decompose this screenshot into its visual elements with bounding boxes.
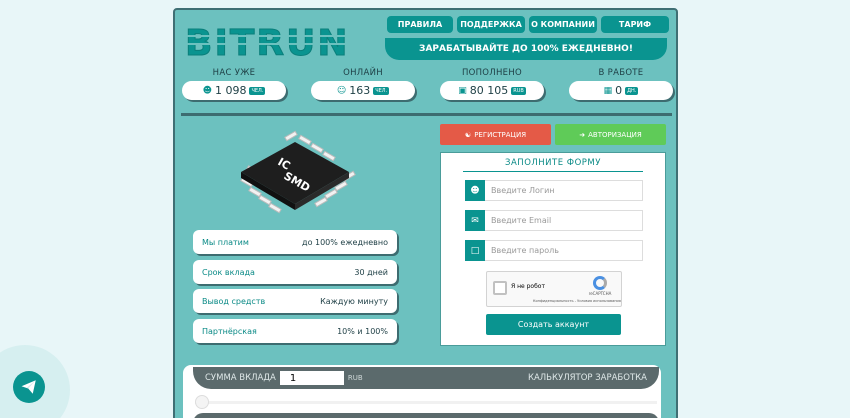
- currency-label: RUB: [347, 374, 363, 382]
- stat-users: НАС УЖЕ ☻ 1 098 ЧЕЛ.: [182, 68, 286, 100]
- info-value: Каждую минуту: [320, 296, 388, 306]
- recaptcha-terms[interactable]: Конфиденциальность - Условия использован…: [533, 299, 621, 303]
- stat-label: В РАБОТЕ: [598, 68, 644, 78]
- calendar-icon: ▦: [603, 85, 613, 96]
- amount-slider-track[interactable]: [195, 401, 657, 404]
- calculator-results-bar: [193, 413, 659, 418]
- tagline: ЗАРАБАТЫВАЙТЕ ДО 100% ЕЖЕДНЕВНО!: [385, 38, 667, 60]
- nav-about[interactable]: О КОМПАНИИ: [529, 16, 597, 33]
- calculator-title: КАЛЬКУЛЯТОР ЗАРАБОТКА: [527, 373, 647, 383]
- email-input[interactable]: [485, 210, 643, 231]
- stat-label: НАС УЖЕ: [212, 68, 256, 78]
- registration-form: ЗАПОЛНИТЕ ФОРМУ ☻ ✉ □ Я не робот reCAPTC…: [440, 152, 666, 346]
- chip-illustration: IC SMD: [225, 128, 365, 228]
- info-label: Вывод средств: [202, 296, 266, 306]
- stat-unit: ЧЕЛ.: [249, 86, 266, 95]
- info-label: Мы платим: [202, 237, 249, 247]
- create-account-button[interactable]: Создать аккаунт: [486, 314, 621, 335]
- register-tab-label: РЕГИСТРАЦИЯ: [474, 130, 527, 139]
- nav-support[interactable]: ПОДДЕРЖКА: [457, 16, 525, 33]
- stat-value: 1 098: [214, 84, 247, 97]
- money-icon: ▣: [458, 85, 467, 96]
- user-icon: ☻: [465, 180, 485, 201]
- recaptcha-brand: reCAPTCHA: [588, 291, 612, 296]
- info-label: Срок вклада: [202, 267, 255, 277]
- recaptcha-checkbox[interactable]: [493, 281, 507, 295]
- stat-value-box: ▦ 0 ДН.: [569, 81, 673, 100]
- stat-deposited: ПОПОЛНЕНО ▣ 80 105 RUB: [440, 68, 544, 100]
- info-row-payout: Мы платим до 100% ежедневно: [193, 230, 397, 254]
- lock-icon: □: [465, 240, 485, 261]
- amount-input[interactable]: [279, 371, 344, 385]
- earnings-calculator: СУММА ВКЛАДА RUB КАЛЬКУЛЯТОР ЗАРАБОТКА: [183, 365, 661, 418]
- divider: [181, 113, 672, 116]
- main-frame: BITRUN ПРАВИЛА ПОДДЕРЖКА О КОМПАНИИ ТАРИ…: [173, 8, 678, 418]
- info-value: до 100% ежедневно: [302, 237, 388, 247]
- form-title: ЗАПОЛНИТЕ ФОРМУ: [463, 158, 643, 172]
- stat-value: 163: [349, 84, 371, 97]
- login-input[interactable]: [485, 180, 643, 201]
- login-field: ☻: [465, 180, 643, 201]
- login-tab-label: АВТОРИЗАЦИЯ: [588, 130, 642, 139]
- users-icon: ☻: [202, 85, 212, 96]
- stat-value-box: ▣ 80 105 RUB: [440, 81, 544, 100]
- info-row-term: Срок вклада 30 дней: [193, 260, 397, 284]
- info-label: Партнёрская: [202, 326, 257, 336]
- stat-working: В РАБОТЕ ▦ 0 ДН.: [569, 68, 673, 100]
- password-input[interactable]: [485, 240, 643, 261]
- password-field: □: [465, 240, 643, 261]
- main-nav: ПРАВИЛА ПОДДЕРЖКА О КОМПАНИИ ТАРИФ: [387, 16, 669, 33]
- stat-value: 80 105: [469, 84, 509, 97]
- recaptcha-label: Я не робот: [511, 283, 545, 290]
- amount-slider-handle[interactable]: [195, 395, 209, 409]
- user-plus-icon: ☯: [464, 130, 472, 139]
- stat-label: ПОПОЛНЕНО: [461, 68, 523, 78]
- paper-plane-icon: [21, 380, 36, 394]
- stat-value: 0: [615, 84, 623, 97]
- calculator-bar: СУММА ВКЛАДА RUB КАЛЬКУЛЯТОР ЗАРАБОТКА: [193, 367, 659, 389]
- amount-label: СУММА ВКЛАДА: [205, 373, 276, 383]
- email-field: ✉: [465, 210, 643, 231]
- register-tab[interactable]: ☯ РЕГИСТРАЦИЯ: [440, 124, 551, 145]
- login-tab[interactable]: ➜ АВТОРИЗАЦИЯ: [555, 124, 666, 145]
- nav-tariff[interactable]: ТАРИФ: [601, 16, 669, 33]
- stat-value-box: ☻ 1 098 ЧЕЛ.: [182, 81, 286, 100]
- user-online-icon: ☺: [336, 85, 347, 96]
- svg-text:BITRUN: BITRUN: [185, 24, 349, 60]
- stat-label: ОНЛАЙН: [343, 68, 383, 78]
- recaptcha-widget: Я не робот reCAPTCHA Конфиденциальность …: [486, 271, 622, 307]
- recaptcha-logo: reCAPTCHA: [587, 276, 613, 296]
- nav-rules[interactable]: ПРАВИЛА: [387, 16, 453, 33]
- stat-online: ОНЛАЙН ☺ 163 ЧЕЛ.: [311, 68, 415, 100]
- recaptcha-icon: [593, 276, 607, 290]
- telegram-button[interactable]: [13, 371, 45, 403]
- sign-in-icon: ➜: [579, 130, 586, 139]
- info-value: 30 дней: [354, 267, 388, 277]
- stat-unit: ДН.: [625, 86, 639, 95]
- info-row-partner: Партнёрская 10% и 100%: [193, 319, 397, 343]
- info-row-withdrawal: Вывод средств Каждую минуту: [193, 289, 397, 313]
- envelope-icon: ✉: [465, 210, 485, 231]
- stat-unit: RUB: [511, 86, 526, 95]
- stat-unit: ЧЕЛ.: [373, 86, 390, 95]
- stat-value-box: ☺ 163 ЧЕЛ.: [311, 81, 415, 100]
- info-value: 10% и 100%: [337, 326, 388, 336]
- bitrun-logo[interactable]: BITRUN: [183, 23, 373, 65]
